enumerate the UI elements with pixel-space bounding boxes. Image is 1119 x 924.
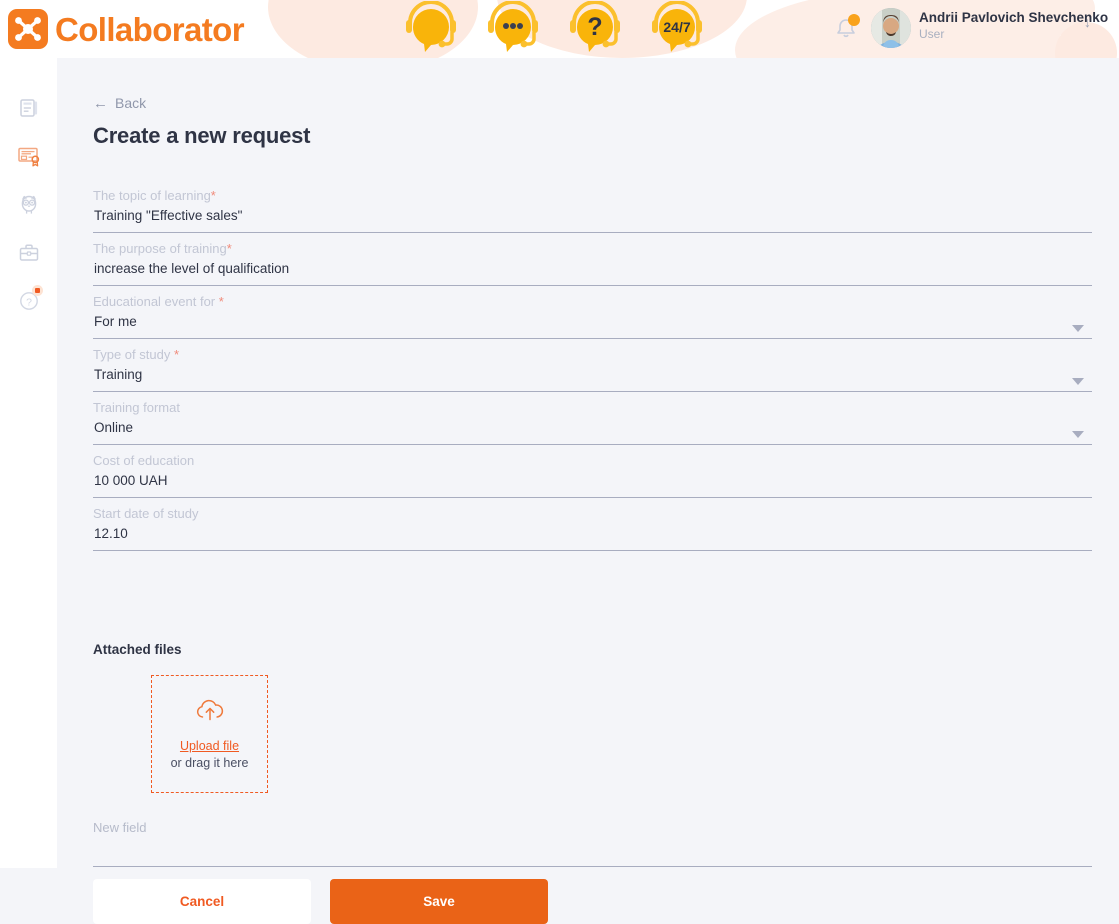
sidebar-item-certificates[interactable] — [0, 134, 57, 182]
required-marker: * — [226, 241, 232, 256]
chevron-down-icon[interactable]: ↓ — [1084, 14, 1091, 30]
upload-file-link[interactable]: Upload file — [180, 738, 239, 754]
required-marker: * — [218, 294, 224, 309]
field-label: Type of study * — [93, 347, 179, 362]
avatar[interactable] — [871, 8, 911, 48]
new-field-label: New field — [93, 820, 147, 835]
form-field-educational-event-for[interactable]: Educational event for * For me — [93, 294, 1092, 347]
user-info[interactable]: Andrii Pavlovich Shevchenko User — [919, 10, 1108, 41]
arrow-left-icon: ← — [93, 94, 108, 112]
field-label: The topic of learning* — [93, 188, 216, 203]
field-underline — [93, 391, 1092, 392]
form-field-training-format[interactable]: Training format Online — [93, 400, 1092, 453]
app-logo[interactable]: Collaborator — [8, 6, 245, 52]
field-value[interactable]: 10 000 UAH — [94, 473, 168, 488]
support-chat-247-icon[interactable]: 24/7 — [646, 0, 708, 57]
field-label: Educational event for * — [93, 294, 224, 309]
field-value[interactable]: For me — [94, 314, 137, 329]
briefcase-icon — [18, 242, 40, 269]
help-badge — [32, 285, 43, 296]
cancel-button[interactable]: Cancel — [93, 879, 311, 924]
field-underline — [93, 232, 1092, 233]
field-label: Training format — [93, 400, 180, 415]
support-chat-dots-icon[interactable] — [482, 0, 544, 57]
field-label: The purpose of training* — [93, 241, 232, 256]
form-field-start-date-of-study[interactable]: Start date of study 12.10 — [93, 506, 1092, 559]
back-label: Back — [115, 95, 147, 111]
support-chat-help-icon[interactable]: ? — [564, 0, 626, 57]
chevron-down-icon[interactable] — [1072, 378, 1084, 385]
field-label: Cost of education — [93, 453, 195, 468]
user-name: Andrii Pavlovich Shevchenko — [919, 10, 1109, 25]
page-title: Create a new request — [93, 123, 311, 148]
brand-name: Collaborator — [55, 10, 245, 48]
bell-icon[interactable] — [833, 14, 860, 42]
support-icons-group: ? 24/7 — [400, 0, 708, 58]
sidebar-item-help[interactable]: ? — [0, 279, 57, 327]
field-underline — [93, 338, 1092, 339]
cloud-upload-icon — [193, 697, 227, 728]
field-label: Start date of study — [93, 506, 199, 521]
network-nodes-icon — [8, 9, 48, 49]
document-list-icon — [18, 97, 40, 124]
required-marker: * — [173, 347, 179, 362]
sidebar-item-news[interactable] — [0, 86, 57, 134]
required-marker: * — [210, 188, 216, 203]
new-field-row[interactable]: New field — [93, 820, 1092, 868]
form-field-type-of-study[interactable]: Type of study * Training — [93, 347, 1092, 400]
request-form: The topic of learning* Training "Effectiv… — [93, 188, 1092, 559]
form-actions: Cancel Save — [93, 879, 548, 924]
upload-hint: or drag it here — [170, 756, 249, 770]
chevron-down-icon[interactable] — [1072, 431, 1084, 438]
form-field-the-topic-of-learning[interactable]: The topic of learning* Training "Effectiv… — [93, 188, 1092, 241]
left-sidebar: ? — [0, 58, 57, 868]
field-underline — [93, 550, 1092, 551]
svg-text:?: ? — [587, 13, 602, 41]
app-header: Collaborator ? 24/7 Andrii Pavlovich She… — [0, 0, 1119, 58]
support-label — [400, 1, 462, 57]
main-content: ← Back Create a new request The topic of… — [57, 58, 1119, 924]
attached-files-heading: Attached files — [93, 642, 182, 657]
chevron-down-icon[interactable] — [1072, 325, 1084, 332]
sidebar-item-knowledge[interactable] — [0, 183, 57, 231]
back-button[interactable]: ← Back — [93, 95, 146, 111]
save-button[interactable]: Save — [330, 879, 548, 924]
owl-icon — [18, 194, 40, 221]
field-underline — [93, 285, 1092, 286]
new-field-underline — [93, 866, 1092, 867]
field-underline — [93, 444, 1092, 445]
form-field-cost-of-education[interactable]: Cost of education 10 000 UAH — [93, 453, 1092, 506]
field-value[interactable]: increase the level of qualification — [94, 261, 289, 276]
user-role: User — [919, 26, 945, 41]
notification-badge — [848, 14, 860, 26]
field-underline — [93, 497, 1092, 498]
support-247-label: 24/7 — [663, 19, 690, 35]
field-value[interactable]: 12.10 — [94, 526, 128, 541]
form-field-the-purpose-of-training[interactable]: The purpose of training* increase the lev… — [93, 241, 1092, 294]
sidebar-item-portfolio[interactable] — [0, 231, 57, 279]
file-upload-dropzone[interactable]: Upload file or drag it here — [151, 675, 268, 793]
field-value[interactable]: Training "Effective sales" — [94, 208, 242, 223]
field-value[interactable]: Training — [94, 367, 142, 382]
field-value[interactable]: Online — [94, 420, 133, 435]
support-chat-headset-icon[interactable] — [400, 0, 462, 57]
svg-text:?: ? — [26, 296, 32, 308]
certificate-icon — [17, 145, 41, 172]
